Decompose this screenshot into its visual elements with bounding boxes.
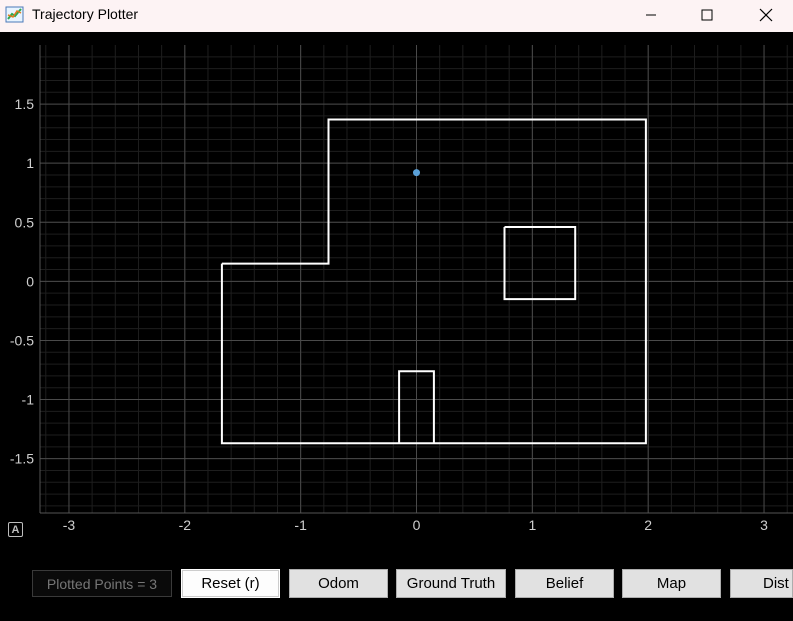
odom-button[interactable]: Odom bbox=[289, 569, 388, 598]
y-axis-tick-labels: 1.5 1 0.5 0 -0.5 -1 -1.5 bbox=[10, 96, 34, 467]
y-tick-label: -1 bbox=[22, 392, 35, 408]
points-layer bbox=[413, 169, 420, 177]
dist-button[interactable]: Dist bbox=[730, 569, 793, 598]
autoscale-button[interactable]: A bbox=[8, 522, 23, 537]
x-tick-label: 2 bbox=[644, 517, 652, 533]
close-icon bbox=[759, 8, 773, 22]
maximize-icon bbox=[701, 9, 713, 21]
x-tick-label: -3 bbox=[63, 517, 76, 533]
map-wall-segment bbox=[503, 226, 577, 301]
y-tick-label: 1 bbox=[26, 155, 34, 171]
x-axis-tick-labels: -3 -2 -1 0 1 2 3 bbox=[63, 517, 768, 533]
x-tick-label: 3 bbox=[760, 517, 768, 533]
x-tick-label: 0 bbox=[413, 517, 421, 533]
minimize-button[interactable] bbox=[622, 0, 680, 30]
x-tick-label: 1 bbox=[528, 517, 536, 533]
reset-button[interactable]: Reset (r) bbox=[181, 569, 280, 598]
y-tick-label: -1.5 bbox=[10, 451, 34, 467]
autoscale-icon: A bbox=[11, 523, 20, 536]
window-title: Trajectory Plotter bbox=[32, 6, 139, 22]
close-button[interactable] bbox=[737, 0, 793, 30]
x-tick-label: -2 bbox=[179, 517, 192, 533]
trajectory-point bbox=[413, 169, 420, 177]
y-tick-label: -0.5 bbox=[10, 332, 34, 348]
ground-truth-button[interactable]: Ground Truth bbox=[396, 569, 506, 598]
plotted-points-status: Plotted Points = 3 bbox=[32, 570, 172, 597]
y-tick-label: 1.5 bbox=[15, 96, 35, 112]
maximize-button[interactable] bbox=[678, 0, 736, 30]
map-button[interactable]: Map bbox=[622, 569, 721, 598]
y-tick-label: 0.5 bbox=[15, 214, 35, 230]
minimize-icon bbox=[646, 14, 656, 16]
chart-line-icon bbox=[5, 6, 24, 23]
x-tick-label: -1 bbox=[294, 517, 307, 533]
trajectory-plot[interactable]: -3 -2 -1 0 1 2 3 1.5 1 0.5 0 -0.5 -1 -1.5 bbox=[0, 32, 793, 552]
belief-button[interactable]: Belief bbox=[515, 569, 614, 598]
title-bar: Trajectory Plotter bbox=[0, 0, 793, 32]
y-tick-label: 0 bbox=[26, 273, 34, 289]
plot-area[interactable]: -3 -2 -1 0 1 2 3 1.5 1 0.5 0 -0.5 -1 -1.5 bbox=[0, 32, 793, 552]
